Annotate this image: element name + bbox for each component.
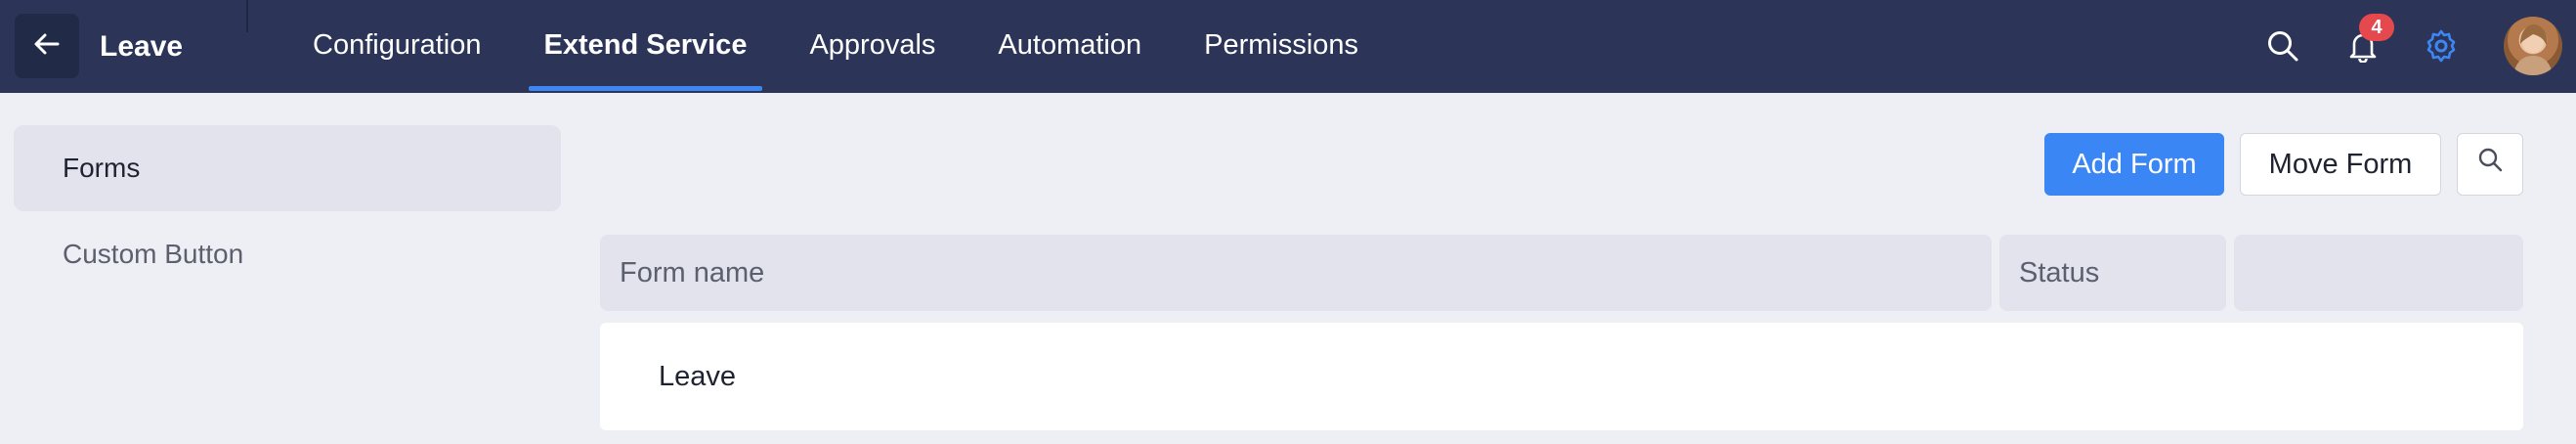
sidebar-item-forms[interactable]: Forms — [14, 125, 561, 211]
back-arrow-icon — [32, 29, 62, 64]
back-button[interactable] — [15, 14, 79, 78]
avatar[interactable] — [2504, 17, 2562, 75]
column-header-form-name: Form name — [600, 235, 1992, 311]
top-navigation-bar: Leave Configuration Extend Service Appro… — [0, 0, 2576, 93]
tab-approvals[interactable]: Approvals — [809, 0, 935, 93]
divider — [246, 0, 248, 32]
tab-automation[interactable]: Automation — [998, 0, 1141, 93]
form-name-cell: Leave — [659, 361, 737, 392]
app-title: Leave — [100, 30, 184, 63]
tab-configuration[interactable]: Configuration — [313, 0, 482, 93]
sidebar-item-custom-button[interactable]: Custom Button — [14, 211, 561, 297]
column-header-actions — [2234, 235, 2523, 311]
notification-count-badge: 4 — [2359, 14, 2394, 41]
search-icon — [2476, 133, 2504, 196]
move-form-button[interactable]: Move Form — [2240, 133, 2441, 196]
table-search-button[interactable] — [2457, 133, 2523, 196]
search-icon[interactable] — [2259, 22, 2306, 69]
tab-extend-service[interactable]: Extend Service — [528, 0, 763, 93]
table-row[interactable]: Leave — [600, 323, 2523, 430]
gear-icon[interactable] — [2418, 22, 2465, 69]
main-nav: Configuration Extend Service Approvals A… — [313, 0, 1421, 93]
column-header-status: Status — [1999, 235, 2226, 311]
tab-permissions[interactable]: Permissions — [1204, 0, 1358, 93]
add-form-button[interactable]: Add Form — [2044, 133, 2224, 196]
